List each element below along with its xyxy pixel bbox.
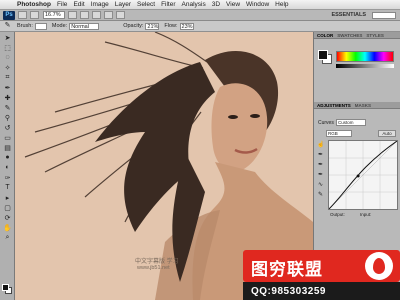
mode-select[interactable]: Normal — [69, 22, 100, 30]
opacity-field[interactable]: 21% — [145, 22, 160, 30]
gradient-tool-icon[interactable]: ▤ — [2, 143, 13, 152]
menu-layer[interactable]: Layer — [115, 1, 131, 8]
workspace-switcher[interactable]: ESSENTIALS — [331, 12, 366, 18]
output-label: Output: — [330, 212, 345, 217]
photoshop-logo: Ps — [3, 10, 15, 20]
tab-styles[interactable]: STYLES — [366, 33, 384, 38]
adjustments-panel-tabs: ADJUSTMENTS MASKS — [314, 102, 400, 109]
eyedropper-tool-icon[interactable]: ✒ — [2, 83, 13, 92]
foreground-color-swatch[interactable] — [2, 284, 9, 291]
zoom-tool-icon[interactable] — [80, 11, 89, 19]
watermark-url: www.jb51.net — [137, 265, 170, 271]
curves-graph[interactable] — [328, 140, 398, 210]
pen-tool-icon[interactable]: ✑ — [2, 173, 13, 182]
color-panel-tabs: COLOR SWATCHES STYLES — [314, 32, 400, 39]
screen-mode-icon[interactable] — [116, 11, 125, 19]
black-point-eyedropper-icon[interactable]: ✒ — [317, 152, 324, 159]
promo-badge: 图穷联盟 QQ:985303259 — [243, 250, 400, 300]
arrange-documents-icon[interactable] — [104, 11, 113, 19]
menu-app-name[interactable]: Photoshop — [17, 1, 51, 8]
badge-banner: 图穷联盟 — [243, 250, 400, 282]
menu-edit[interactable]: Edit — [73, 1, 84, 8]
foreground-color-chip[interactable] — [318, 50, 328, 60]
tab-color[interactable]: COLOR — [317, 33, 333, 38]
preset-select[interactable]: Custom — [336, 119, 366, 126]
history-brush-tool-icon[interactable]: ↺ — [2, 123, 13, 132]
type-tool-icon[interactable]: T — [2, 183, 13, 192]
hand-tool-icon[interactable] — [68, 11, 77, 19]
menu-analysis[interactable]: Analysis — [182, 1, 206, 8]
brush-size-field[interactable] — [34, 22, 47, 30]
tab-adjustments[interactable]: ADJUSTMENTS — [317, 103, 351, 108]
menu-bar: Photoshop File Edit Image Layer Select F… — [0, 0, 400, 10]
healing-brush-tool-icon[interactable]: ✚ — [2, 93, 13, 102]
edit-points-icon[interactable]: ∿ — [317, 182, 324, 189]
badge-qq-number: QQ:985303259 — [251, 286, 326, 297]
mini-bridge-icon[interactable] — [30, 11, 39, 19]
on-image-adjust-icon[interactable]: ☝ — [317, 142, 324, 149]
opacity-label: Opacity: — [123, 23, 144, 29]
marquee-tool-icon[interactable]: ⬚ — [2, 43, 13, 52]
curves-label: Curves — [318, 120, 334, 126]
mode-label: Mode: — [51, 23, 68, 29]
brush-tool-icon[interactable]: ✎ — [2, 103, 13, 112]
adjustments-panel: Curves Custom RGB Auto ☝ ✒ ✒ ✒ ∿ ✎ Outpu… — [314, 110, 400, 250]
menu-3d[interactable]: 3D — [212, 1, 220, 8]
menu-help[interactable]: Help — [275, 1, 288, 8]
shape-tool-icon[interactable]: ▢ — [2, 203, 13, 212]
flow-label: Flow: — [164, 23, 178, 29]
color-spectrum-ramp[interactable] — [336, 51, 394, 62]
curves-tools: ☝ ✒ ✒ ✒ ∿ ✎ — [317, 142, 325, 202]
brush-preset-icon[interactable]: ✎ — [3, 22, 12, 30]
zoom-tool-icon[interactable]: ⌕ — [2, 233, 13, 242]
channel-select[interactable]: RGB — [326, 130, 352, 137]
tab-swatches[interactable]: SWATCHES — [337, 33, 362, 38]
rotate-view-icon[interactable] — [92, 11, 101, 19]
tools-panel: ➤ ⬚ ◌ ✧ ⌗ ✒ ✚ ✎ ⚲ ↺ ▭ ▤ ● ◐ ✑ T ▸ ▢ ⟳ ✋ … — [0, 32, 15, 300]
3d-rotate-tool-icon[interactable]: ⟳ — [2, 213, 13, 222]
bridge-icon[interactable] — [18, 11, 27, 19]
color-panel — [314, 40, 400, 80]
dodge-tool-icon[interactable]: ◐ — [2, 163, 13, 172]
lasso-tool-icon[interactable]: ◌ — [2, 53, 13, 62]
search-field[interactable] — [372, 11, 396, 19]
menu-image[interactable]: Image — [91, 1, 109, 8]
clone-stamp-tool-icon[interactable]: ⚲ — [2, 113, 13, 122]
brush-label: Brush: — [17, 23, 33, 29]
menu-filter[interactable]: Filter — [161, 1, 175, 8]
badge-contact: QQ:985303259 — [243, 282, 400, 300]
move-tool-icon[interactable]: ➤ — [2, 33, 13, 42]
white-point-eyedropper-icon[interactable]: ✒ — [317, 172, 324, 179]
zoom-level-field[interactable]: 16.7% — [43, 11, 65, 19]
menu-view[interactable]: View — [226, 1, 240, 8]
eraser-tool-icon[interactable]: ▭ — [2, 133, 13, 142]
crop-tool-icon[interactable]: ⌗ — [2, 73, 13, 82]
menu-window[interactable]: Window — [246, 1, 269, 8]
application-bar: Ps 16.7% ESSENTIALS — [0, 10, 400, 21]
flame-logo-icon — [365, 252, 393, 280]
path-select-tool-icon[interactable]: ▸ — [2, 193, 13, 202]
quick-select-tool-icon[interactable]: ✧ — [2, 63, 13, 72]
flow-field[interactable]: 23% — [179, 22, 194, 30]
watermark-text: 中文字幕版 学习 — [135, 259, 179, 265]
pencil-curve-icon[interactable]: ✎ — [317, 192, 324, 199]
options-bar: ✎ Brush: Mode: Normal Opacity: 21% Flow:… — [0, 21, 400, 32]
grayscale-ramp[interactable] — [336, 64, 394, 68]
gray-point-eyedropper-icon[interactable]: ✒ — [317, 162, 324, 169]
blur-tool-icon[interactable]: ● — [2, 153, 13, 162]
menu-file[interactable]: File — [57, 1, 67, 8]
hand-tool-icon[interactable]: ✋ — [2, 223, 13, 232]
tab-masks[interactable]: MASKS — [355, 103, 371, 108]
menu-select[interactable]: Select — [137, 1, 155, 8]
input-label: Input: — [360, 212, 372, 217]
auto-button[interactable]: Auto — [378, 130, 396, 137]
badge-title: 图穷联盟 — [251, 260, 323, 279]
